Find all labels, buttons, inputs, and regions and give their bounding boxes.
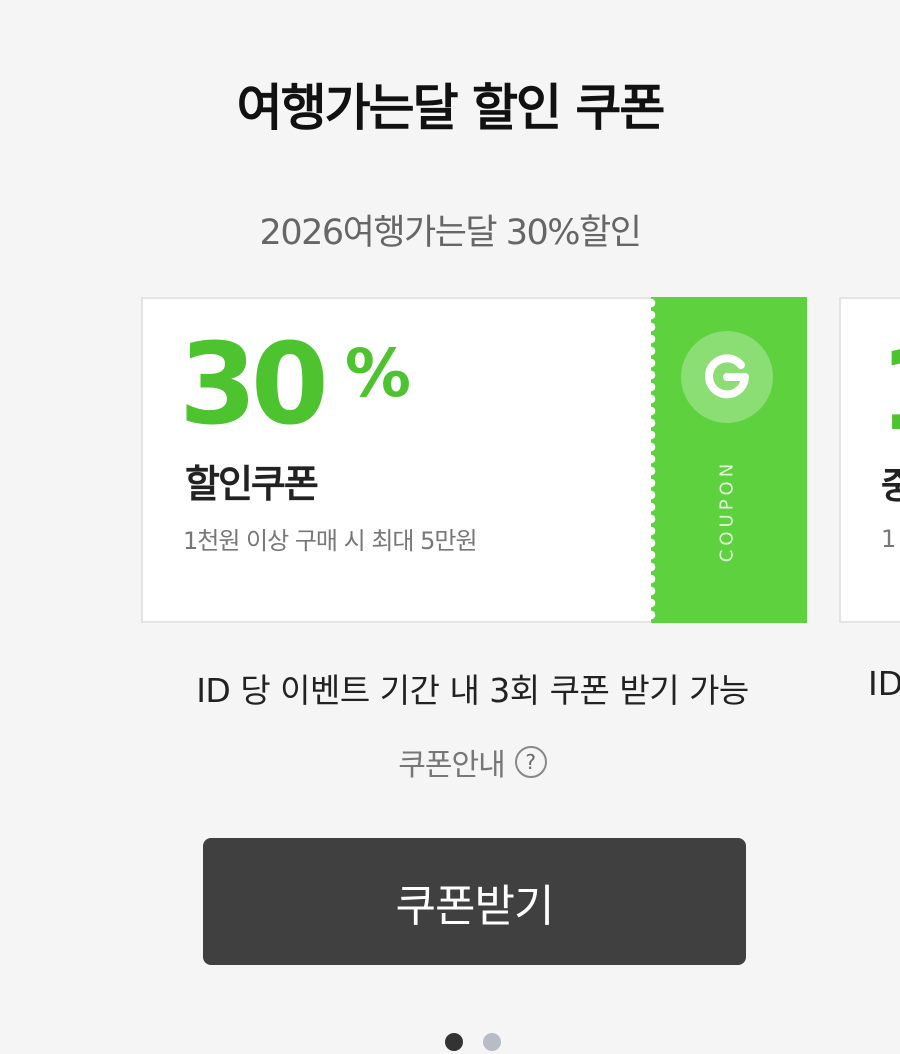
page-subtitle: 2026여행가는달 30%할인 bbox=[259, 213, 642, 253]
page-title: 여행가는달 할인 쿠폰 bbox=[236, 79, 666, 137]
pagination-dot-1[interactable] bbox=[444, 1033, 463, 1051]
coupon-type: 할인쿠폰 bbox=[185, 462, 319, 506]
discount-value: 30 bbox=[179, 320, 329, 450]
coupon-limit-text-next: ID bbox=[868, 664, 900, 703]
coupon-stub: COUPON bbox=[651, 297, 807, 623]
coupon-carousel[interactable]: 30 % 할인쿠폰 1천원 이상 구매 시 최대 5만원 COUPON 1 중 … bbox=[0, 297, 900, 623]
coupon-body-next: 1 중 1 bbox=[839, 297, 900, 623]
g-logo-icon bbox=[681, 331, 773, 423]
coupon-condition-next: 1 bbox=[881, 525, 897, 553]
pagination-dot-2[interactable] bbox=[482, 1033, 501, 1051]
coupon-body: 30 % 할인쿠폰 1천원 이상 구매 시 최대 5만원 bbox=[141, 297, 651, 623]
get-coupon-button[interactable]: 쿠폰받기 bbox=[203, 838, 746, 965]
question-circle-icon[interactable]: ? bbox=[514, 746, 547, 778]
coupon-guide-label: 쿠폰안내 bbox=[398, 748, 505, 783]
coupon-limit-text: ID 당 이벤트 기간 내 3회 쿠폰 받기 가능 bbox=[196, 671, 749, 710]
coupon-card[interactable]: 30 % 할인쿠폰 1천원 이상 구매 시 최대 5만원 COUPON bbox=[141, 297, 807, 623]
stub-label: COUPON bbox=[716, 459, 738, 563]
discount-value-next: 1 bbox=[879, 335, 900, 447]
coupon-guide-link[interactable]: 쿠폰안내 ? bbox=[0, 740, 900, 784]
discount-unit: % bbox=[344, 335, 411, 412]
coupon-condition: 1천원 이상 구매 시 최대 5만원 bbox=[183, 527, 478, 555]
coupon-card-next[interactable]: 1 중 1 bbox=[839, 297, 900, 623]
carousel-pagination bbox=[0, 1033, 900, 1051]
discount-amount: 30 % bbox=[179, 329, 411, 441]
coupon-type-next: 중 bbox=[881, 466, 900, 507]
